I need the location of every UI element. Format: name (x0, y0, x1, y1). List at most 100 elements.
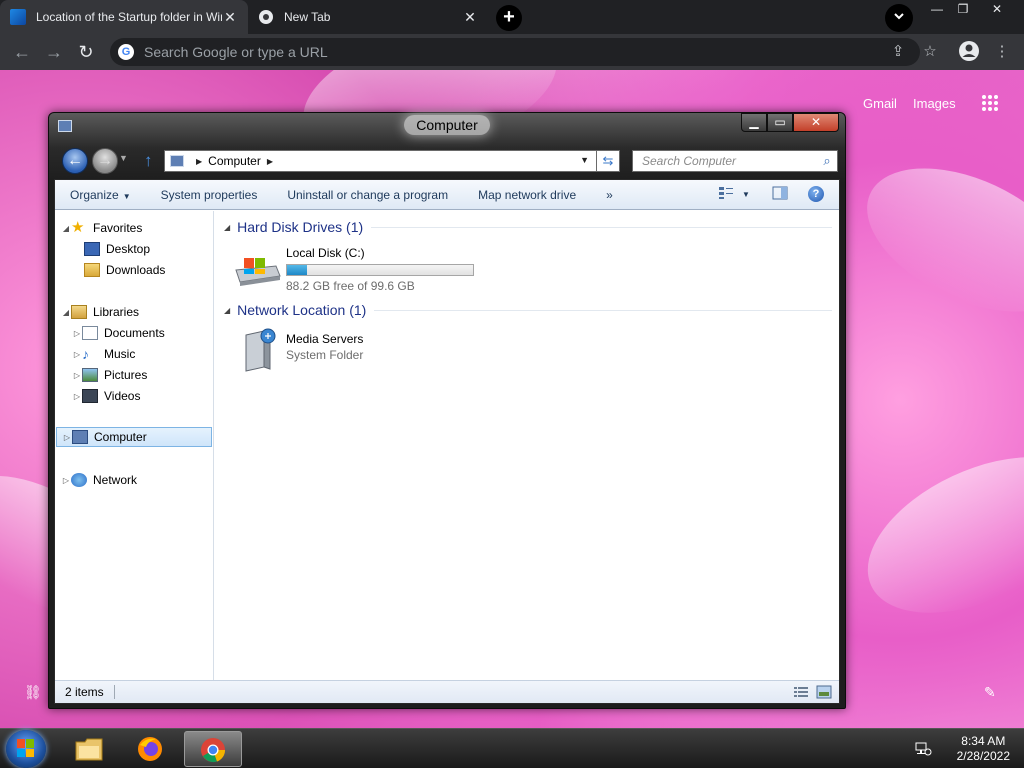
help-icon[interactable]: ? (808, 186, 824, 202)
tab-startup-folder[interactable]: Location of the Startup folder in Window… (0, 0, 248, 34)
hard-drive-icon (235, 258, 281, 286)
collapse-arrow-icon[interactable]: ▷ (72, 371, 82, 380)
address-history-dropdown-icon[interactable]: ▼ (580, 155, 589, 165)
chevron-down-icon (894, 13, 904, 20)
back-arrow-icon[interactable]: ← (62, 148, 88, 174)
tab-new-tab[interactable]: New Tab ✕ (248, 0, 488, 34)
nav-downloads[interactable]: Downloads (84, 260, 165, 280)
more-commands-button[interactable]: » (591, 180, 628, 210)
taskbar-explorer-button[interactable] (60, 731, 118, 767)
details-view-icon[interactable] (793, 685, 809, 699)
collapse-arrow-icon[interactable]: ▷ (61, 476, 71, 485)
downloads-folder-icon (84, 263, 100, 277)
collapse-arrow-icon[interactable]: ▷ (72, 329, 82, 338)
group-header-hard-disk-drives[interactable]: ◢ Hard Disk Drives (1) (224, 217, 832, 237)
media-server-icon (245, 328, 276, 372)
refresh-icon[interactable]: ⇆ (596, 150, 620, 172)
item-count: 2 items (55, 685, 115, 699)
folder-icon (75, 738, 103, 761)
system-properties-button[interactable]: System properties (146, 180, 273, 210)
network-icon (71, 473, 87, 487)
pencil-icon[interactable]: ✎ (984, 684, 996, 701)
close-button[interactable]: ✕ (980, 0, 1014, 20)
taskbar: 8:34 AM 2/28/2022 (0, 728, 1024, 768)
maximize-button[interactable]: ❐ (946, 0, 980, 20)
browser-toolbar: ← → ↻ G ⇪ ☆ ⋮ (0, 34, 1024, 70)
search-box[interactable]: ⌕ (632, 150, 838, 172)
preview-pane-icon[interactable] (771, 186, 789, 204)
minimize-button[interactable]: ▁ (741, 113, 767, 132)
drive-capacity-bar (286, 264, 474, 276)
uninstall-program-button[interactable]: Uninstall or change a program (272, 180, 463, 210)
forward-arrow-icon[interactable]: → (42, 40, 66, 64)
nav-music[interactable]: ▷ ♪ Music (72, 344, 135, 364)
network-status-icon[interactable] (914, 741, 932, 760)
omnibox[interactable]: G (110, 38, 920, 66)
breadcrumb-computer[interactable]: Computer (208, 154, 261, 168)
taskbar-firefox-button[interactable] (122, 731, 180, 767)
media-servers-type: System Folder (286, 348, 364, 362)
nav-libraries[interactable]: ◢ Libraries (61, 302, 139, 322)
new-tab-button[interactable]: + (496, 5, 522, 31)
collapse-group-icon[interactable]: ◢ (224, 223, 230, 232)
omnibox-input[interactable] (142, 43, 920, 61)
nav-desktop[interactable]: Desktop (84, 239, 150, 259)
maximize-button[interactable]: ▭ (767, 113, 793, 132)
nav-computer[interactable]: ▷ Computer (56, 427, 212, 447)
tab-title: New Tab (284, 10, 331, 24)
drive-local-disk-c[interactable]: Local Disk (C:) 88.2 GB free of 99.6 GB (232, 246, 492, 294)
tab-close-icon[interactable]: ✕ (462, 9, 478, 25)
taskbar-chrome-button[interactable] (184, 731, 242, 767)
share-icon[interactable]: ⇪ (886, 40, 910, 64)
link-icon[interactable]: ⛓ (24, 684, 42, 701)
chevron-right-icon[interactable]: ▶ (267, 157, 273, 166)
tab-search-button[interactable] (885, 4, 913, 32)
tab-close-icon[interactable]: ✕ (222, 9, 238, 25)
forward-arrow-icon[interactable]: → (92, 148, 118, 174)
up-arrow-icon[interactable]: ↑ (144, 151, 153, 171)
nav-documents[interactable]: ▷ Documents (72, 323, 165, 343)
media-servers-name: Media Servers (286, 332, 364, 346)
collapse-group-icon[interactable]: ◢ (224, 306, 230, 315)
group-header-network-location[interactable]: ◢ Network Location (1) (224, 300, 832, 320)
dropdown-arrow-icon: ▼ (122, 191, 131, 201)
search-icon[interactable]: ⌕ (817, 153, 837, 169)
collapse-arrow-icon[interactable]: ▷ (72, 392, 82, 401)
reload-icon[interactable]: ↻ (74, 40, 98, 64)
large-icons-view-icon[interactable] (816, 685, 832, 699)
recent-pages-dropdown-icon[interactable]: ▼ (119, 153, 128, 163)
back-arrow-icon[interactable]: ← (10, 40, 34, 64)
bookmark-star-icon[interactable]: ☆ (918, 40, 942, 64)
tab-title: Location of the Startup folder in Window… (36, 10, 222, 24)
chevron-right-icon[interactable]: ▶ (196, 157, 202, 166)
view-options-dropdown-icon[interactable]: ▼ (739, 186, 753, 204)
organize-button[interactable]: Organize ▼ (55, 180, 146, 210)
close-button[interactable]: ✕ (793, 113, 839, 132)
apps-grid-icon[interactable] (982, 95, 998, 111)
start-button[interactable] (6, 730, 46, 768)
profile-avatar-icon[interactable] (957, 40, 981, 64)
windows-logo-icon (17, 739, 35, 757)
nav-network[interactable]: ▷ Network (61, 470, 137, 490)
change-view-icon[interactable] (717, 186, 735, 204)
site-favicon-icon (10, 9, 26, 25)
caption-buttons: ▁ ▭ ✕ (741, 113, 839, 132)
address-bar[interactable]: ▶ Computer ▶ ▼ (164, 150, 620, 172)
star-icon: ★ (71, 219, 85, 236)
clock[interactable]: 8:34 AM 2/28/2022 (957, 734, 1010, 764)
media-servers-item[interactable]: Media Servers System Folder (232, 327, 432, 377)
map-network-drive-button[interactable]: Map network drive (463, 180, 591, 210)
collapse-arrow-icon[interactable]: ▷ (62, 433, 72, 442)
libraries-icon (71, 305, 87, 319)
menu-kebab-icon[interactable]: ⋮ (990, 40, 1014, 64)
videos-icon (82, 389, 98, 403)
nav-pictures[interactable]: ▷ Pictures (72, 365, 147, 385)
nav-videos[interactable]: ▷ Videos (72, 386, 140, 406)
nav-favorites[interactable]: ◢ ★ Favorites (61, 218, 142, 238)
expand-arrow-icon[interactable]: ◢ (61, 224, 71, 233)
images-link[interactable]: Images (913, 96, 956, 111)
expand-arrow-icon[interactable]: ◢ (61, 308, 71, 317)
gmail-link[interactable]: Gmail (863, 96, 897, 111)
search-input[interactable] (640, 153, 817, 169)
collapse-arrow-icon[interactable]: ▷ (72, 350, 82, 359)
